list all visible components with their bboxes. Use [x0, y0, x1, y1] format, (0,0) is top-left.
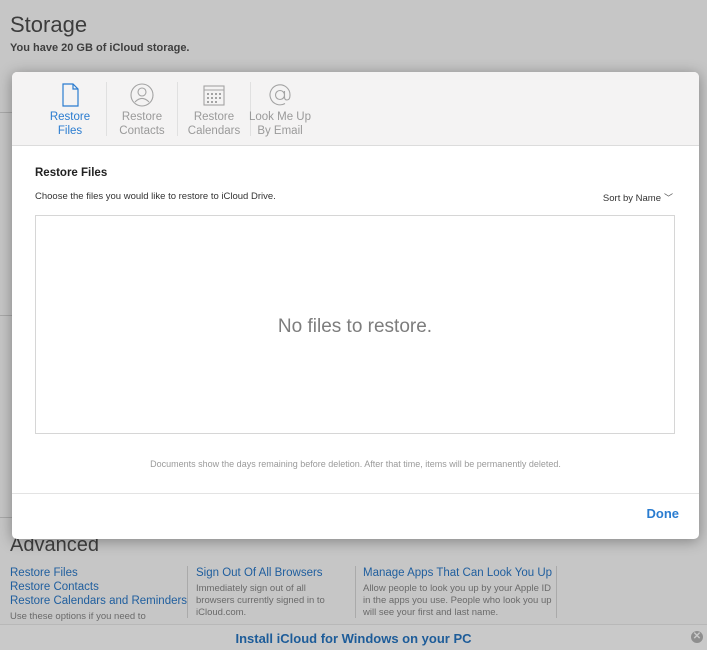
- restore-files-link[interactable]: Restore Files: [10, 566, 182, 580]
- at-sign-icon: [269, 84, 291, 106]
- chevron-down-icon: ﹀: [663, 193, 673, 203]
- tab-look-me-up[interactable]: Look Me Up By Email: [244, 72, 316, 146]
- tab-restore-calendars[interactable]: Restore Calendars: [177, 72, 251, 146]
- restore-tabs: Restore Files Restore Contacts Restore C…: [12, 72, 699, 146]
- restore-dialog: Restore Files Restore Contacts Restore C…: [12, 72, 699, 539]
- empty-message: No files to restore.: [277, 316, 433, 337]
- tab-label: Restore Calendars: [187, 111, 241, 137]
- section-description: Choose the files you would like to resto…: [35, 191, 276, 202]
- deletion-footnote: Documents show the days remaining before…: [150, 459, 561, 469]
- restore-desc: Use these options if you need to: [10, 611, 146, 622]
- advanced-signout-column: Sign Out Of All Browsers Immediately sig…: [196, 566, 346, 619]
- contact-icon: [130, 83, 154, 107]
- install-link[interactable]: Install iCloud for Windows on your PC: [0, 631, 707, 646]
- column-separator: [355, 566, 356, 618]
- sign-out-desc: Immediately sign out of all browsers cur…: [196, 583, 325, 618]
- restore-contacts-link[interactable]: Restore Contacts: [10, 580, 182, 594]
- tab-label: Look Me Up By Email: [248, 111, 311, 137]
- sign-out-browsers-link[interactable]: Sign Out Of All Browsers: [196, 566, 346, 580]
- manage-apps-desc: Allow people to look you up by your Appl…: [363, 583, 552, 618]
- calendar-icon: [203, 85, 225, 106]
- sort-label: Sort by Name: [602, 193, 661, 204]
- advanced-lookup-column: Manage Apps That Can Look You Up Allow p…: [363, 566, 553, 619]
- tab-label: Restore Files: [49, 111, 91, 137]
- section-title: Restore Files: [35, 167, 108, 179]
- storage-title: Storage: [10, 12, 88, 37]
- advanced-restore-column: Restore Files Restore Contacts Restore C…: [10, 566, 187, 623]
- done-button[interactable]: Done: [647, 506, 680, 521]
- tab-restore-files[interactable]: Restore Files: [34, 72, 106, 146]
- file-list: No files to restore.: [35, 215, 675, 434]
- storage-subtitle: You have 20 GB of iCloud storage.: [10, 42, 190, 54]
- sort-dropdown[interactable]: Sort by Name ﹀: [603, 191, 673, 204]
- column-separator: [556, 566, 557, 618]
- document-icon: [62, 83, 79, 107]
- tab-restore-contacts[interactable]: Restore Contacts: [106, 72, 178, 146]
- close-circle-icon[interactable]: ✕: [691, 631, 703, 643]
- footer-divider: [12, 493, 699, 494]
- column-separator: [187, 566, 188, 618]
- restore-calendars-link[interactable]: Restore Calendars and Reminders: [10, 594, 187, 608]
- tab-label: Restore Contacts: [119, 111, 165, 137]
- install-banner: Install iCloud for Windows on your PC ✕: [0, 624, 707, 650]
- manage-apps-link[interactable]: Manage Apps That Can Look You Up: [363, 566, 553, 580]
